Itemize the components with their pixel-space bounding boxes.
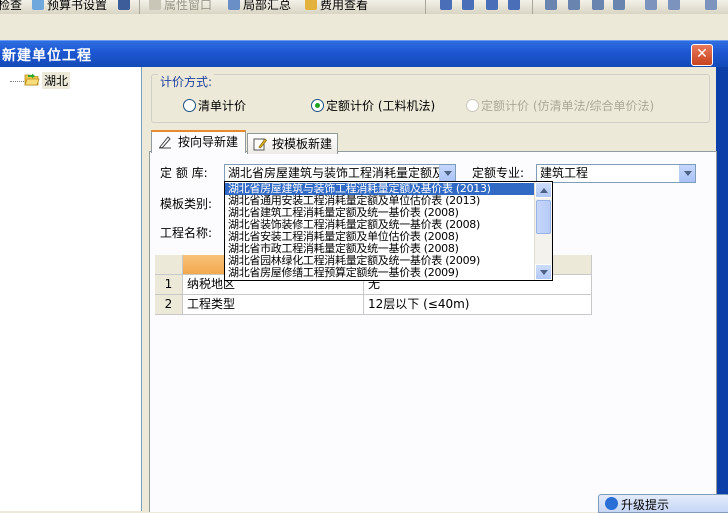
tab-template-new[interactable]: 按模板新建	[247, 133, 338, 154]
toolbar-extra-icon[interactable]	[118, 0, 130, 10]
tool-icon[interactable]	[705, 0, 717, 10]
partial-summary-icon	[228, 0, 240, 10]
pricing-method-group: 计价方式: 清单计价 定额计价 (工料机法) 定额计价 (仿清单法/综合单价法)	[151, 73, 710, 123]
toolbar-item-cost-view[interactable]: 费用查看	[320, 0, 368, 13]
wizard-icon	[159, 136, 171, 149]
window-frame	[716, 67, 728, 511]
quota-library-value: 湖北省房屋建筑与装饰工程消耗量定额及	[228, 166, 445, 180]
arrow-right-icon[interactable]	[568, 0, 580, 10]
tree-connector	[10, 81, 24, 82]
nav-up-icon[interactable]	[462, 0, 474, 10]
radio-quota-pricing-composite-label[interactable]: 定额计价 (仿清单法/综合单价法)	[481, 97, 654, 114]
grid-corner	[155, 255, 183, 275]
template-icon	[253, 138, 267, 151]
quota-library-dropdown-list[interactable]: 湖北省房屋建筑与装饰工程消耗量定额及基价表 (2013) 湖北省通用安装工程消耗…	[224, 181, 553, 281]
radio-bill-pricing-label[interactable]: 清单计价	[198, 97, 246, 114]
upgrade-tip-label: 升级提示	[621, 498, 670, 512]
quota-specialty-label: 定额专业:	[472, 166, 525, 180]
close-icon: ✕	[696, 46, 708, 62]
radio-quota-pricing-composite[interactable]	[466, 99, 479, 112]
scroll-down-icon[interactable]	[535, 264, 552, 280]
toolbar-item-budget-settings[interactable]: 预算书设置	[47, 0, 107, 13]
quota-library-label: 定 额 库:	[160, 166, 208, 180]
chevron-down-icon[interactable]	[439, 165, 455, 182]
nav-down-icon[interactable]	[486, 0, 498, 10]
main-toolbar: 检查 预算书设置 属性窗口 局部汇总 费用查看	[0, 0, 728, 14]
region-tree: 湖北	[0, 67, 142, 511]
move-down-icon[interactable]	[613, 0, 625, 10]
template-category-label: 模板类别:	[160, 197, 213, 211]
tab-wizard-new[interactable]: 按向导新建	[151, 130, 246, 153]
dropdown-option[interactable]: 湖北省房屋修缮工程预算定额统一基价表 (2009)	[228, 267, 459, 279]
close-button[interactable]: ✕	[691, 44, 713, 66]
chevron-down-icon[interactable]	[679, 165, 695, 182]
toolbar-separator	[425, 0, 426, 14]
grid-row-number: 1	[155, 275, 183, 295]
grid-cell-name[interactable]: 工程类型	[183, 295, 364, 315]
nav-first-icon[interactable]	[440, 0, 452, 10]
scroll-thumb[interactable]	[536, 200, 551, 234]
properties-window-icon	[149, 0, 161, 10]
tree-item-hubei[interactable]: 湖北	[42, 72, 71, 89]
nav-last-icon[interactable]	[508, 0, 520, 10]
toolbar-item-partial-summary[interactable]: 局部汇总	[243, 0, 291, 13]
tab-template-new-label: 按模板新建	[272, 137, 333, 151]
upgrade-tip[interactable]: 升级提示	[598, 494, 728, 513]
tab-wizard-new-label: 按向导新建	[178, 135, 239, 149]
folder-open-icon	[24, 73, 40, 86]
project-name-label: 工程名称:	[160, 226, 213, 240]
quota-specialty-value: 建筑工程	[540, 166, 589, 180]
toolbar-item-check[interactable]: 检查	[0, 0, 22, 13]
arrow-left-icon[interactable]	[545, 0, 557, 10]
radio-quota-pricing[interactable]	[311, 99, 324, 112]
grid-row-number: 2	[155, 295, 183, 315]
grid-icon[interactable]	[645, 0, 657, 10]
move-up-icon[interactable]	[592, 0, 604, 10]
cost-view-icon	[305, 0, 317, 10]
arrow-icon[interactable]	[668, 0, 680, 10]
dialog-title-bar[interactable]: 新建单位工程 ✕	[0, 40, 728, 67]
grid-cell-value[interactable]: 12层以下 (≤40m)	[364, 295, 592, 315]
radio-quota-pricing-label[interactable]: 定额计价 (工料机法)	[326, 97, 435, 114]
dialog-title: 新建单位工程	[2, 48, 92, 64]
quota-specialty-select[interactable]: 建筑工程	[536, 164, 696, 183]
toolbar-separator	[532, 0, 533, 14]
toolbar-item-properties[interactable]: 属性窗口	[164, 0, 212, 13]
toolbar-separator	[139, 0, 140, 14]
budget-settings-icon	[32, 0, 44, 10]
scroll-up-icon[interactable]	[535, 182, 552, 198]
upgrade-icon	[605, 497, 618, 510]
dropdown-scrollbar[interactable]	[534, 182, 552, 280]
pricing-method-legend: 计价方式:	[158, 73, 215, 90]
radio-bill-pricing[interactable]	[183, 99, 196, 112]
